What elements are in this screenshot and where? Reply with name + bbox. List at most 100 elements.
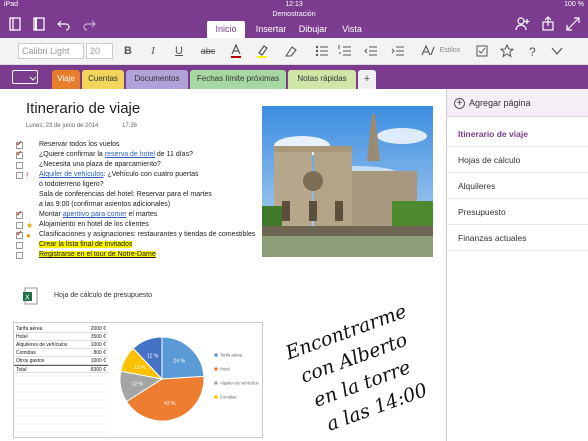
numbering-icon[interactable] — [337, 43, 353, 59]
todo-text: Registrarse en el tour de Notre-Dame — [39, 251, 156, 258]
handwritten-ink-note[interactable]: Encontrarme con Alberto en la torre a la… — [286, 289, 442, 435]
tab-insertar[interactable]: Insertar — [250, 21, 292, 38]
pie-data-label: 24 % — [174, 359, 186, 365]
page-item-presupuesto[interactable]: Presupuesto — [447, 199, 588, 225]
idea-icon: ● — [26, 231, 31, 240]
notre-dame-photo[interactable] — [262, 106, 433, 257]
clear-format-icon[interactable] — [283, 43, 299, 59]
fullscreen-icon[interactable] — [565, 16, 581, 32]
checkbox[interactable] — [16, 162, 23, 169]
row-label: Total — [16, 367, 27, 373]
chevron-down-icon — [29, 76, 37, 81]
section-tab-documentos[interactable]: Documentos — [126, 70, 188, 89]
tab-dibujar[interactable]: Dibujar — [295, 21, 331, 38]
font-color-icon[interactable] — [228, 43, 244, 59]
row-value: 3500 € — [90, 334, 106, 340]
add-page-label: Agregar página — [469, 98, 531, 108]
notebook-icon[interactable] — [31, 16, 47, 32]
embedded-spreadsheet[interactable]: Tarifa aérea 2000 € Hotel 3500 € Alquilere… — [13, 322, 263, 438]
bold-icon[interactable]: B — [121, 43, 135, 59]
page-date: Lunes, 23 de junio de 2014 — [26, 123, 99, 129]
pages-panel: + Agregar página Itinerario de viaje Hoj… — [446, 89, 588, 441]
people-icon[interactable] — [514, 16, 530, 32]
notebooks-icon[interactable] — [7, 16, 23, 32]
star-icon: ★ — [26, 221, 34, 230]
table-row: Tarifa aérea 2000 € — [14, 325, 108, 333]
styles-label[interactable]: Estilos — [437, 43, 463, 59]
legend-swatch — [214, 381, 218, 385]
todo-text: Crear la lista final de invitados — [39, 241, 133, 248]
checkbox[interactable] — [16, 172, 23, 179]
table-row: Comidas 800 € — [14, 349, 108, 357]
attachment-label[interactable]: Hoja de cálculo de presupuesto — [54, 292, 152, 299]
checkbox[interactable] — [16, 252, 23, 259]
indent-icon[interactable] — [390, 43, 406, 59]
pie-data-label: 42 % — [164, 401, 176, 407]
page-item-finanzas[interactable]: Finanzas actuales — [447, 225, 588, 251]
table-row: Hotel 3500 € — [14, 333, 108, 341]
status-bar: iPad 12:13 100 % — [0, 0, 588, 11]
add-page-button[interactable]: + Agregar página — [447, 89, 588, 117]
tab-inicio[interactable]: Inicio — [207, 21, 245, 38]
question-tag-icon[interactable]: ? — [524, 43, 540, 59]
checkmark-icon: ✓ — [16, 229, 23, 238]
strikethrough-icon[interactable]: abc — [198, 43, 218, 59]
battery-label: 100 % — [564, 1, 584, 8]
font-size-field[interactable]: 20 — [86, 43, 113, 59]
underline-icon[interactable]: U — [172, 43, 186, 59]
section-tab-notas-rapidas[interactable]: Notas rápidas — [288, 70, 356, 89]
lunch-link[interactable]: aperitivo para comer — [63, 211, 127, 218]
page-item-itinerario[interactable]: Itinerario de viaje — [447, 121, 588, 147]
highlighter-icon[interactable] — [254, 43, 270, 59]
page-title[interactable]: Itinerario de viaje — [26, 100, 140, 117]
tab-vista[interactable]: Vista — [338, 21, 366, 38]
todo-text: o todoterreno ligero? — [39, 181, 104, 188]
ribbon-toolbar: Calibri Light 20 B I U abc Estilos ? — [0, 38, 588, 65]
plus-circle-icon: + — [454, 98, 465, 109]
excel-file-icon[interactable]: X — [22, 287, 38, 305]
todo-text: ¿Quiere confirmar la — [39, 151, 105, 158]
sheet-gridlines — [14, 375, 108, 433]
important-icon: ! — [26, 171, 29, 180]
section-tab-cuentas[interactable]: Cuentas — [82, 70, 124, 89]
checkmark-icon: ✓ — [16, 139, 23, 148]
star-tag-icon[interactable] — [499, 43, 515, 59]
clock: 12:13 — [285, 1, 303, 8]
pie-data-label: 12 % — [132, 382, 144, 388]
checkbox[interactable] — [16, 222, 23, 229]
svg-text:X: X — [25, 295, 30, 302]
legend-swatch — [214, 353, 218, 357]
section-tab-viaje[interactable]: Viaje — [52, 70, 80, 89]
row-label: Hotel — [16, 334, 28, 340]
hotel-link[interactable]: reserva de hotel — [105, 151, 155, 158]
page-item-alquileres[interactable]: Alquileres — [447, 173, 588, 199]
undo-icon[interactable] — [56, 16, 72, 32]
bullets-icon[interactable] — [314, 43, 330, 59]
todo-text: : ¿Vehículo con cuatro puertas — [103, 171, 199, 178]
svg-text:?: ? — [529, 45, 536, 59]
checkbox[interactable] — [16, 242, 23, 249]
section-tabs-bar: Viaje Cuentas Documentos Fechas límite p… — [0, 65, 588, 89]
row-value: 8300 € — [90, 367, 106, 373]
todo-text: de 11 días? — [154, 151, 193, 158]
note-canvas[interactable]: Itinerario de viaje Lunes, 23 de junio d… — [0, 89, 446, 441]
section-tab-fechas[interactable]: Fechas límite próximas — [190, 70, 286, 89]
italic-icon[interactable]: I — [146, 43, 160, 59]
row-label: Comidas — [16, 350, 36, 356]
redo-icon[interactable] — [81, 16, 97, 32]
checkbox-tag-icon[interactable] — [474, 43, 490, 59]
todo-text: Montar — [39, 211, 63, 218]
row-label: Alquileres de vehículos — [16, 342, 68, 348]
outdent-icon[interactable] — [363, 43, 379, 59]
add-section-button[interactable]: + — [358, 70, 376, 89]
row-value: 1000 € — [90, 342, 106, 348]
legend-label: Hotel — [220, 367, 230, 372]
page-item-hojas[interactable]: Hojas de cálculo — [447, 147, 588, 173]
vehicle-link[interactable]: Alquiler de vehículos — [39, 171, 104, 178]
share-icon[interactable] — [540, 16, 556, 32]
row-value: 800 € — [93, 350, 106, 356]
tags-dropdown-icon[interactable] — [549, 43, 565, 59]
page-list-toggle[interactable] — [12, 70, 38, 84]
font-name-field[interactable]: Calibri Light — [18, 43, 84, 59]
styles-icon[interactable] — [420, 43, 436, 59]
